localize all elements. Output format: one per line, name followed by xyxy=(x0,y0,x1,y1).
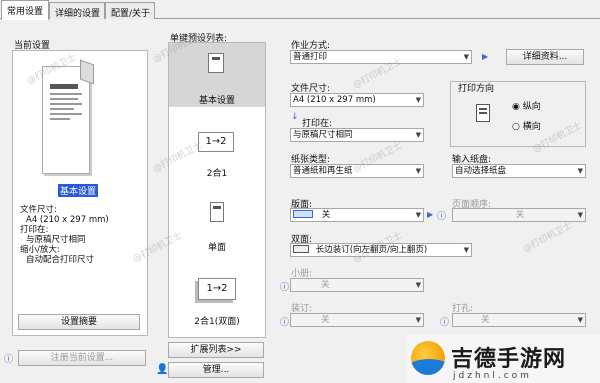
paper-size-select[interactable]: A4 (210 x 297 mm) ▼ xyxy=(290,93,424,107)
two-in-one-icon: 1→2 xyxy=(198,132,234,152)
down-arrow-icon: ↓ xyxy=(291,112,299,122)
preview-label: 基本设置 xyxy=(58,184,99,197)
preset-label: 2合1 xyxy=(206,169,228,179)
user-icon: 👤 xyxy=(156,364,169,375)
site-logo: 吉德手游网 jdzhnl.com xyxy=(407,335,600,383)
job-mode-select[interactable]: 普通打印 ▼ xyxy=(290,50,472,64)
preset-label: 基本设置 xyxy=(198,96,235,106)
detail-print-on-label: 打印在: xyxy=(20,225,49,235)
watermark-text: @打印机卫士 xyxy=(521,220,574,255)
chevron-down-icon: ▼ xyxy=(463,246,469,254)
duplex-value: 长边装订(向左翻页/向上翻页) xyxy=(315,245,428,255)
preset-item-simplex[interactable]: 单面 xyxy=(168,198,266,254)
duplex-icon xyxy=(293,245,309,253)
chevron-down-icon: ▼ xyxy=(463,53,469,61)
orientation-label: 打印方向 xyxy=(458,84,495,94)
expand-list-button[interactable]: 扩展列表>> xyxy=(168,342,264,358)
info-icon: ⓘ xyxy=(280,318,290,328)
job-mode-value: 普通打印 xyxy=(293,52,328,62)
radio-portrait-label: 纵向 xyxy=(522,102,541,112)
chevron-down-icon: ▼ xyxy=(577,316,583,324)
paper-type-value: 普通纸和再生纸 xyxy=(293,166,353,176)
detail-print-on-value: 与原稿尺寸相同 xyxy=(26,235,86,245)
binding-value: 关 xyxy=(321,315,330,325)
page-preview xyxy=(38,59,96,182)
binding-select[interactable]: 关 ▼ xyxy=(290,313,424,327)
print-on-select[interactable]: 与原稿尺寸相同 ▼ xyxy=(290,128,424,142)
chevron-down-icon: ▼ xyxy=(577,211,583,219)
detail-zoom-label: 缩小/放大: xyxy=(20,245,60,255)
preset-label: 2合1(双面) xyxy=(194,317,240,327)
info-icon: ⓘ xyxy=(440,318,450,328)
tab-common-settings[interactable]: 常用设置 xyxy=(1,0,49,20)
layout-pages-icon xyxy=(293,210,313,218)
info-icon: ⓘ xyxy=(4,355,14,365)
preset-label: 单面 xyxy=(207,243,226,253)
chevron-down-icon: ▼ xyxy=(577,167,583,175)
chevron-down-icon: ▼ xyxy=(415,96,421,104)
page-order-select[interactable]: 关 ▼ xyxy=(452,208,586,222)
tab-config-about[interactable]: 配置/关于 xyxy=(105,2,155,19)
register-current-settings-button[interactable]: 注册当前设置... xyxy=(18,350,146,366)
document-icon xyxy=(208,53,224,73)
details-button[interactable]: 详细资料... xyxy=(506,49,584,65)
settings-summary-button[interactable]: 设置摘要 xyxy=(18,314,140,330)
booklet-value: 关 xyxy=(321,280,330,290)
paper-type-select[interactable]: 普通纸和再生纸 ▼ xyxy=(290,164,424,178)
logo-url: jdzhnl.com xyxy=(453,371,532,381)
chevron-down-icon: ▼ xyxy=(415,131,421,139)
preset-item-2in1-duplex[interactable]: 1→2 2合1(双面) xyxy=(168,276,266,327)
play-arrow-icon: ▶ xyxy=(427,210,434,219)
detail-zoom-value: 自动配合打印尺寸 xyxy=(26,255,95,265)
single-page-icon xyxy=(210,202,224,222)
detail-paper-size-value: A4 (210 x 297 mm) xyxy=(26,215,109,225)
two-in-one-duplex-icon: 1→2 xyxy=(198,278,236,300)
radio-landscape[interactable]: ○ 横向 xyxy=(512,119,541,132)
radio-landscape-label: 横向 xyxy=(522,122,541,132)
booklet-select[interactable]: 关 ▼ xyxy=(290,278,424,292)
tab-bar: 常用设置 详细的设置 配置/关于 xyxy=(0,0,600,20)
tab-detailed-settings[interactable]: 详细的设置 xyxy=(49,2,105,19)
chevron-down-icon: ▼ xyxy=(415,211,421,219)
page-order-value: 关 xyxy=(515,210,525,220)
print-on-value: 与原稿尺寸相同 xyxy=(293,130,353,140)
info-icon: ⓘ xyxy=(437,212,447,222)
punch-select[interactable]: 关 ▼ xyxy=(452,313,586,327)
radio-portrait[interactable]: ◉ 纵向 xyxy=(512,99,541,112)
preset-item-basic[interactable]: 基本设置 xyxy=(168,43,266,107)
manage-button[interactable]: 管理... xyxy=(168,362,264,378)
info-icon: ⓘ xyxy=(280,283,290,293)
paper-size-value: A4 (210 x 297 mm) xyxy=(293,95,376,105)
chevron-down-icon: ▼ xyxy=(415,281,421,289)
layout-value: 关 xyxy=(321,210,331,220)
chevron-down-icon: ▼ xyxy=(415,316,421,324)
logo-emblem-icon xyxy=(411,341,445,375)
layout-select[interactable]: 关 ▼ xyxy=(290,208,424,222)
punch-value: 关 xyxy=(481,315,490,325)
logo-name: 吉德手游网 xyxy=(451,347,567,372)
chevron-down-icon: ▼ xyxy=(415,167,421,175)
current-settings-details: 文件尺寸: A4 (210 x 297 mm) 打印在: 与原稿尺寸相同 缩小/… xyxy=(20,205,109,265)
detail-paper-size-label: 文件尺寸: xyxy=(20,205,57,215)
duplex-select[interactable]: 长边装订(向左翻页/向上翻页) ▼ xyxy=(290,243,472,257)
play-arrow-icon: ▶ xyxy=(482,52,489,61)
preset-item-2in1[interactable]: 1→2 2合1 xyxy=(168,128,266,179)
input-tray-select[interactable]: 自动选择纸盘 ▼ xyxy=(452,164,586,178)
input-tray-value: 自动选择纸盘 xyxy=(455,166,507,176)
